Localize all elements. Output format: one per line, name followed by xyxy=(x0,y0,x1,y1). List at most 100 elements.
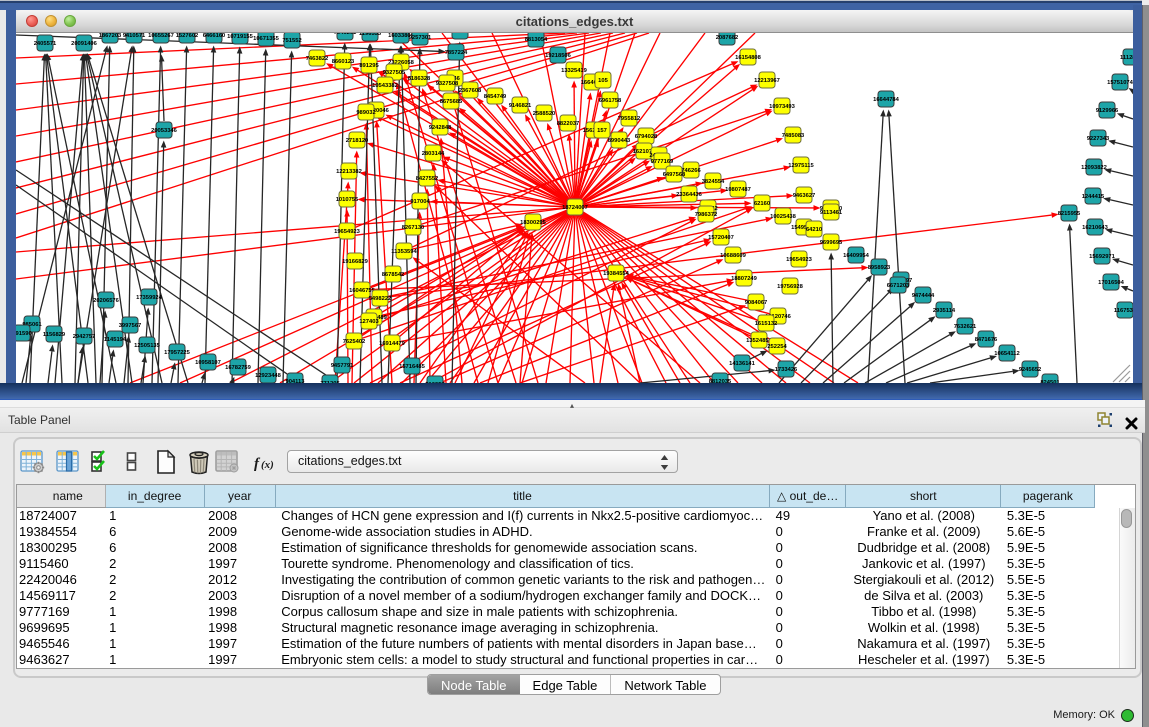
svg-text:2803144: 2803144 xyxy=(422,151,445,157)
svg-text:10719155: 10719155 xyxy=(227,34,254,40)
svg-text:917004: 917004 xyxy=(410,199,430,205)
svg-text:1145194: 1145194 xyxy=(104,337,127,343)
svg-text:18724007: 18724007 xyxy=(562,205,588,211)
svg-text:12975115: 12975115 xyxy=(788,163,814,169)
svg-text:1196553: 1196553 xyxy=(359,33,382,37)
svg-text:2942757: 2942757 xyxy=(73,334,96,340)
svg-text:9474444: 9474444 xyxy=(912,293,935,299)
svg-text:17957225: 17957225 xyxy=(164,350,191,356)
svg-text:8822037: 8822037 xyxy=(557,121,580,127)
svg-text:8841203: 8841203 xyxy=(449,33,472,35)
svg-text:f: f xyxy=(254,456,261,472)
svg-text:16782759: 16782759 xyxy=(225,365,252,371)
svg-text:12923448: 12923448 xyxy=(255,373,282,379)
svg-text:1244415: 1244415 xyxy=(1082,194,1105,200)
svg-text:6961758: 6961758 xyxy=(599,98,622,104)
svg-text:1156829: 1156829 xyxy=(43,332,66,338)
svg-text:7632621: 7632621 xyxy=(954,324,977,330)
svg-text:127403: 127403 xyxy=(359,319,379,325)
svg-text:6497568: 6497568 xyxy=(663,172,686,178)
svg-text:391590: 391590 xyxy=(16,331,32,337)
svg-text:62160: 62160 xyxy=(754,201,770,207)
svg-text:5498222: 5498222 xyxy=(369,296,392,302)
svg-text:10973493: 10973493 xyxy=(769,104,796,110)
svg-text:1733426: 1733426 xyxy=(775,367,798,373)
svg-text:15751074: 15751074 xyxy=(1107,80,1133,86)
svg-text:19218506: 19218506 xyxy=(545,53,572,59)
svg-text:8427552: 8427552 xyxy=(416,176,439,182)
svg-text:8660123: 8660123 xyxy=(332,59,355,65)
svg-text:2367608: 2367608 xyxy=(459,88,482,94)
svg-text:9327508: 9327508 xyxy=(436,81,459,87)
svg-text:157: 157 xyxy=(597,128,607,134)
svg-text:2087682: 2087682 xyxy=(716,35,739,41)
svg-text:10655267: 10655267 xyxy=(148,33,174,39)
svg-text:7485083: 7485083 xyxy=(782,133,805,139)
svg-text:16914479: 16914479 xyxy=(379,341,406,347)
svg-text:7986372: 7986372 xyxy=(695,212,718,218)
svg-text:2588520: 2588520 xyxy=(533,111,556,117)
svg-text:1010755: 1010755 xyxy=(336,197,359,203)
svg-text:9457791: 9457791 xyxy=(331,363,354,369)
svg-text:989032: 989032 xyxy=(356,110,375,116)
svg-text:9245652: 9245652 xyxy=(1019,367,1042,373)
svg-text:19384554: 19384554 xyxy=(603,271,630,277)
svg-text:9257301: 9257301 xyxy=(409,35,432,41)
svg-text:10543382: 10543382 xyxy=(372,83,398,89)
svg-text:16210643: 16210643 xyxy=(1082,225,1109,231)
svg-text:3997567: 3997567 xyxy=(119,323,142,329)
svg-text:9227343: 9227343 xyxy=(1087,136,1110,142)
svg-text:9242848: 9242848 xyxy=(429,125,452,131)
svg-text:19756928: 19756928 xyxy=(777,284,804,290)
svg-text:17359924: 17359924 xyxy=(136,295,163,301)
svg-text:9777169: 9777169 xyxy=(651,159,674,165)
svg-text:8678542: 8678542 xyxy=(382,272,405,278)
svg-text:9146821: 9146821 xyxy=(509,103,532,109)
svg-text:9463627: 9463627 xyxy=(793,193,816,199)
svg-text:20206576: 20206576 xyxy=(93,298,120,304)
svg-text:1615132: 1615132 xyxy=(755,321,778,327)
svg-text:105: 105 xyxy=(598,78,608,84)
svg-text:10688609: 10688609 xyxy=(720,253,747,259)
svg-text:2405571: 2405571 xyxy=(34,41,57,47)
svg-text:(x): (x) xyxy=(261,459,274,471)
svg-text:12213967: 12213967 xyxy=(754,78,780,84)
svg-text:6794028: 6794028 xyxy=(635,134,658,140)
svg-text:9129966: 9129966 xyxy=(1096,108,1119,114)
svg-text:19166829: 19166829 xyxy=(342,259,369,265)
svg-text:252254: 252254 xyxy=(767,344,787,350)
svg-text:10025438: 10025438 xyxy=(770,214,797,220)
svg-text:8454749: 8454749 xyxy=(484,94,507,100)
svg-text:9327505: 9327505 xyxy=(383,70,406,76)
svg-text:20053346: 20053346 xyxy=(151,128,178,134)
svg-text:8675685: 8675685 xyxy=(440,99,463,105)
svg-text:12093822: 12093822 xyxy=(1081,165,1107,171)
svg-text:6466160: 6466160 xyxy=(203,33,226,39)
svg-text:8958923: 8958923 xyxy=(868,265,891,271)
svg-text:16154808: 16154808 xyxy=(735,55,762,61)
svg-text:751552: 751552 xyxy=(282,38,301,44)
svg-text:7625402: 7625402 xyxy=(343,339,366,345)
svg-text:7857224: 7857224 xyxy=(445,50,468,56)
svg-text:16409954: 16409954 xyxy=(843,253,870,259)
svg-text:10958107: 10958107 xyxy=(195,360,221,366)
svg-text:13325419: 13325419 xyxy=(561,68,588,74)
svg-text:10807487: 10807487 xyxy=(725,187,751,193)
svg-text:9410571: 9410571 xyxy=(123,33,146,39)
svg-text:2935114: 2935114 xyxy=(933,308,956,314)
svg-text:8471676: 8471676 xyxy=(975,337,998,343)
svg-text:6671203: 6671203 xyxy=(887,283,910,289)
svg-text:10654112: 10654112 xyxy=(994,351,1019,357)
svg-text:9084067: 9084067 xyxy=(745,300,768,306)
svg-text:3824554: 3824554 xyxy=(702,179,725,185)
svg-text:8267130: 8267130 xyxy=(402,225,425,231)
svg-text:15692971: 15692971 xyxy=(1089,254,1116,260)
svg-text:64210: 64210 xyxy=(806,227,822,233)
svg-text:7546201: 7546201 xyxy=(334,33,357,36)
svg-text:23364436: 23364436 xyxy=(676,192,703,198)
svg-text:7463822: 7463822 xyxy=(306,56,329,62)
svg-text:12213382: 12213382 xyxy=(336,169,362,175)
svg-text:10671355: 10671355 xyxy=(253,36,280,42)
svg-text:891295: 891295 xyxy=(359,63,379,69)
svg-text:15720407: 15720407 xyxy=(708,235,734,241)
